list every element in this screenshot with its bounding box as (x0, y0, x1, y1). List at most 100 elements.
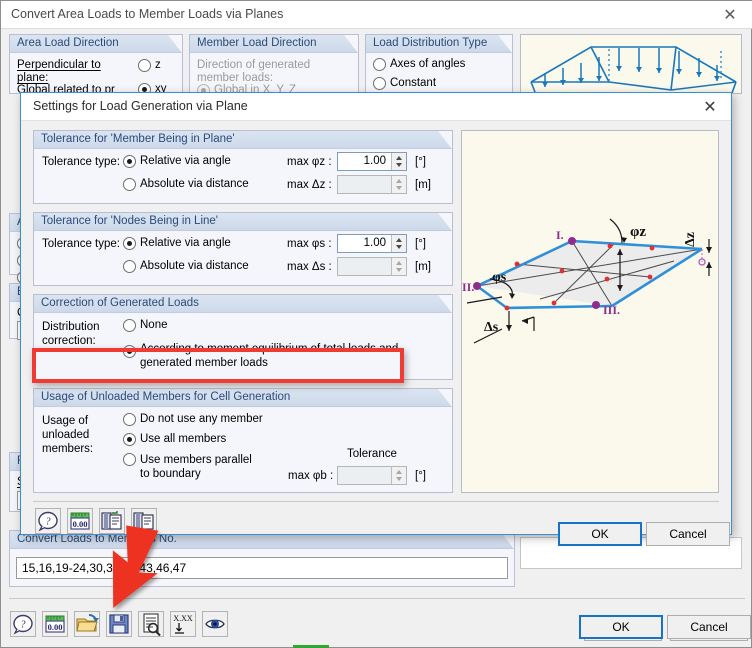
group-tolerance-member-in-plane: Tolerance for 'Member Being in Plane' To… (33, 130, 453, 204)
field-label-max-delta-z: max Δz : (287, 179, 332, 191)
unit-meters: [m] (415, 179, 431, 191)
eye-icon[interactable] (202, 611, 228, 637)
units-icon[interactable]: 0.00 (67, 508, 93, 534)
label-delta-z: Δz (683, 232, 698, 247)
label-II: II. (462, 280, 474, 294)
radio-relative-via-angle-line[interactable] (123, 237, 136, 250)
field-label-max-phi-z: max φz : (287, 156, 332, 168)
max-phi-z-value: 1.00 (363, 155, 386, 167)
radio-absolute-via-distance-plane[interactable] (123, 178, 136, 191)
label-distribution-correction: Distribution correction: (42, 321, 100, 347)
group-title: Area Load Direction (10, 35, 182, 53)
open-folder-icon[interactable] (74, 611, 100, 637)
modal-ok-button-overlay[interactable]: OK (558, 522, 642, 546)
group-area-load-direction: Area Load Direction Perpendicular to pla… (9, 34, 183, 96)
svg-text:?: ? (21, 620, 26, 631)
units-icon[interactable]: 0.00 (42, 611, 68, 637)
bottom-separator (9, 598, 745, 599)
radio-use-all-members[interactable] (123, 433, 136, 446)
modal-cancel-button-overlay[interactable]: Cancel (646, 522, 730, 546)
group-title: Correction of Generated Loads (34, 295, 452, 313)
radio-label-use-members-parallel: Use members parallel to boundary (140, 454, 252, 480)
field-label-max-delta-s: max Δs : (287, 261, 332, 273)
background-dialog-title: Convert Area Loads to Member Loads via P… (11, 7, 284, 21)
highlight-rectangle (32, 348, 404, 383)
area-load-3d-illustration (530, 46, 737, 93)
radio-correction-none[interactable] (123, 319, 136, 332)
label-tolerance-header: Tolerance (347, 448, 397, 460)
radio-area-dir-z[interactable] (138, 59, 151, 72)
svg-text:?: ? (46, 517, 51, 528)
radio-constant[interactable] (373, 77, 386, 90)
background-dialog-titlebar: Convert Area Loads to Member Loads via P… (1, 1, 752, 29)
group-title: Tolerance for 'Nodes Being in Line' (34, 213, 452, 231)
radio-relative-via-angle-plane[interactable] (123, 155, 136, 168)
radio-label-absolute-via-distance: Absolute via distance (140, 260, 249, 272)
modal-separator (33, 501, 719, 502)
spinner-buttons[interactable] (391, 258, 406, 275)
radio-label-relative-via-angle: Relative via angle (140, 155, 231, 167)
max-phi-s-input[interactable]: 1.00 (337, 234, 407, 253)
paste-settings-icon[interactable] (131, 508, 157, 534)
radio-use-members-parallel[interactable] (123, 453, 136, 466)
radio-label-z: z (155, 59, 161, 71)
modal-ok-button[interactable]: OK (579, 615, 663, 639)
max-phi-z-input[interactable]: 1.00 (337, 152, 407, 171)
members-no-input[interactable]: 15,16,19-24,30,37,39,43,46,47 (16, 557, 508, 579)
svg-text:0.00: 0.00 (73, 519, 88, 529)
label-I: I. (556, 228, 564, 242)
field-label-max-phi-b: max φb : (288, 470, 334, 482)
modal-title: Settings for Load Generation via Plane (33, 99, 248, 113)
radio-label-none: None (140, 319, 168, 331)
group-title: Tolerance for 'Member Being in Plane' (34, 131, 452, 149)
copy-settings-icon[interactable] (99, 508, 125, 534)
group-title: Usage of Unloaded Members for Cell Gener… (34, 389, 452, 407)
group-title: Member Load Direction (190, 35, 358, 53)
max-delta-s-input[interactable] (337, 257, 407, 276)
help-icon[interactable]: ? (35, 508, 61, 534)
spinner-buttons[interactable] (391, 176, 406, 193)
unit-meters: [m] (415, 261, 431, 273)
radio-axes-of-angles[interactable] (373, 58, 386, 71)
svg-text:X.XX: X.XX (173, 614, 193, 623)
modal-cancel-button[interactable]: Cancel (667, 615, 751, 639)
field-label-max-phi-s: max φs : (287, 238, 332, 250)
radio-label-constant: Constant (390, 77, 437, 89)
radio-do-not-use-any-member[interactable] (123, 413, 136, 426)
axis-xx-icon[interactable]: X.XX (170, 611, 196, 637)
label-usage-unloaded-members: Usage of unloaded members: (42, 415, 94, 455)
radio-label-relative-via-angle: Relative via angle (140, 237, 231, 249)
plane-tolerance-diagram: I. II. III. φz Δz φs Δs (461, 130, 719, 493)
label-III: III. (603, 303, 620, 317)
document-search-icon[interactable] (138, 611, 164, 637)
help-icon[interactable]: ? (10, 611, 36, 637)
radio-label-do-not-use-any-member: Do not use any member (140, 413, 263, 425)
group-usage-unloaded-members: Usage of Unloaded Members for Cell Gener… (33, 388, 453, 493)
unit-degrees: [°] (415, 156, 426, 168)
spinner-buttons[interactable] (391, 153, 406, 170)
diagram-svg: I. II. III. φz Δz φs Δs (462, 218, 712, 344)
unit-degrees: [°] (415, 470, 426, 482)
radio-absolute-via-distance-line[interactable] (123, 260, 136, 273)
svg-text:0.00: 0.00 (48, 622, 63, 632)
radio-label-axes-of-angles: Axes of angles (390, 58, 466, 70)
spinner-buttons[interactable] (391, 235, 406, 252)
close-icon[interactable]: ✕ (697, 96, 723, 118)
group-member-load-direction: Member Load Direction Direction of gener… (189, 34, 359, 97)
unit-degrees: [°] (415, 238, 426, 250)
close-icon[interactable]: ✕ (717, 4, 743, 26)
group-load-distribution-type: Load Distribution Type Axes of angles Co… (365, 34, 513, 109)
radio-label-use-all-members: Use all members (140, 433, 227, 445)
max-phi-b-input[interactable] (337, 466, 407, 485)
label-tolerance-type: Tolerance type: (42, 156, 120, 168)
max-phi-s-value: 1.00 (363, 237, 386, 249)
group-tolerance-nodes-in-line: Tolerance for 'Nodes Being in Line' Tole… (33, 212, 453, 286)
spinner-buttons[interactable] (391, 467, 406, 484)
max-delta-z-input[interactable] (337, 175, 407, 194)
group-convert-loads-to-members: Convert Loads to Members No. 15,16,19-24… (9, 530, 515, 587)
radio-label-absolute-via-distance: Absolute via distance (140, 178, 249, 190)
label-phi-s: φs (492, 270, 507, 285)
load-preview-panel (520, 34, 742, 94)
save-icon[interactable] (106, 611, 132, 637)
modal-titlebar: Settings for Load Generation via Plane ✕ (21, 93, 731, 121)
